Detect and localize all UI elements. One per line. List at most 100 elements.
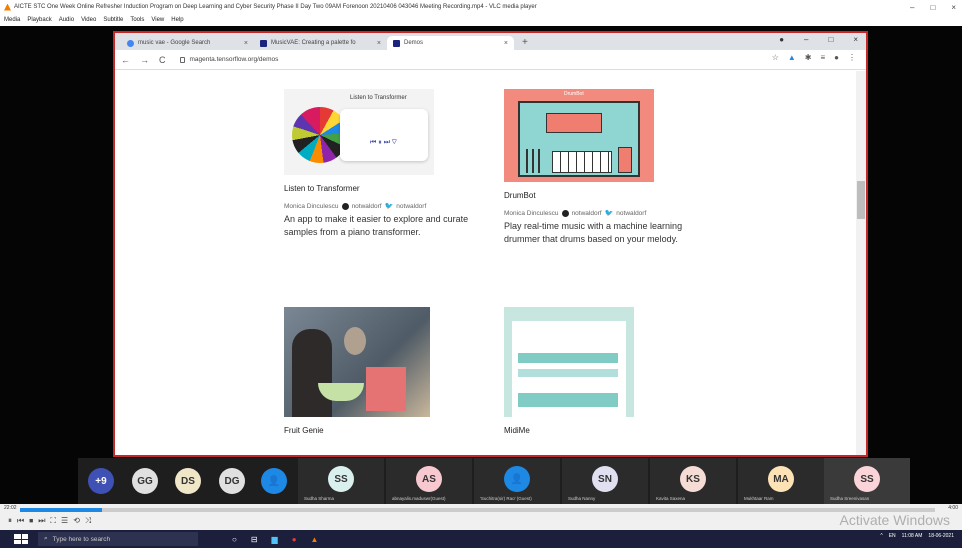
close-button[interactable]: × — [951, 3, 956, 12]
participant-avatar[interactable]: GG — [132, 468, 158, 494]
menu-media[interactable]: Media — [4, 17, 20, 23]
menu-tools[interactable]: Tools — [130, 17, 144, 23]
minimize-button[interactable]: – — [804, 35, 808, 44]
chrome-icon[interactable]: ● — [292, 535, 297, 544]
participant-initials: MA — [773, 473, 789, 485]
menu-audio[interactable]: Audio — [59, 17, 74, 23]
author-name[interactable]: Monica Dinculescu — [504, 210, 559, 217]
maximize-button[interactable]: □ — [828, 35, 833, 44]
demo-thumbnail[interactable]: DrumBot — [504, 89, 654, 182]
windows-start-icon[interactable] — [14, 534, 28, 544]
tab-label: MusicVAE: Creating a palette fo — [271, 40, 356, 46]
midime-track — [518, 393, 618, 407]
demo-title[interactable]: Listen to Transformer — [284, 184, 484, 193]
address-bar[interactable]: magenta.tensorflow.org/demos — [176, 53, 776, 66]
play-icon: ⏮ ⏸ ⏭ ♡ — [370, 139, 397, 146]
stop-button[interactable]: ⏹ — [29, 516, 33, 526]
fullscreen-button[interactable]: ⛶ — [50, 516, 56, 526]
participant-tile[interactable]: MA Mukhtaar Ram — [738, 458, 824, 504]
participant-tile[interactable]: SS Sudha Sreenivasan — [824, 458, 910, 504]
participant-avatar[interactable]: 👤 — [261, 468, 287, 494]
menu-help[interactable]: Help — [171, 17, 183, 23]
profile-icon[interactable]: ● — [834, 53, 839, 62]
file-explorer-icon[interactable]: ⊟ — [251, 535, 258, 544]
forward-button[interactable]: → — [140, 55, 149, 65]
piano-keys — [552, 151, 612, 173]
demo-title[interactable]: DrumBot — [504, 191, 704, 200]
close-icon[interactable]: × — [504, 40, 508, 47]
store-icon[interactable]: ▆ — [272, 535, 278, 544]
close-icon[interactable]: × — [377, 40, 381, 47]
participant-tile[interactable]: SN Sudha Nanny — [562, 458, 648, 504]
author-twitter[interactable]: notwaldorf — [396, 203, 426, 210]
author-github[interactable]: notwaldorf — [572, 210, 602, 217]
participant-tile[interactable]: SS Sudha Sharma — [298, 458, 384, 504]
participant-initials: +9 — [95, 475, 107, 487]
minimize-button[interactable]: – — [910, 3, 914, 12]
total-time: 4:00 — [948, 505, 958, 511]
new-tab-button[interactable]: + — [514, 36, 536, 50]
menu-playback[interactable]: Playback — [27, 17, 51, 23]
next-button[interactable]: ⏭ — [38, 516, 45, 526]
tab-musicvae[interactable]: MusicVAE: Creating a palette fo × — [254, 36, 387, 50]
participant-avatar: 👤 — [504, 466, 530, 492]
close-button[interactable]: × — [853, 35, 858, 44]
scrollbar-thumb[interactable] — [857, 181, 865, 219]
participant-avatar[interactable]: DS — [175, 468, 201, 494]
reload-button[interactable]: C — [159, 55, 166, 65]
clock-date[interactable]: 18-06-2021 — [928, 533, 954, 539]
participant-name: abnayalis.maduswr(Guest) — [392, 496, 446, 501]
participant-initials: SS — [860, 473, 874, 485]
menu-subtitle[interactable]: Subtitle — [103, 17, 123, 23]
tab-google-search[interactable]: music vae - Google Search × — [121, 36, 254, 50]
playlist-button[interactable]: ☰ — [61, 516, 68, 526]
close-icon[interactable]: × — [244, 40, 248, 47]
participant-tile[interactable]: KS Kavita Saxena — [650, 458, 736, 504]
maximize-button[interactable]: □ — [930, 3, 935, 12]
extensions-icon[interactable]: ✱ — [805, 53, 812, 62]
participant-avatar[interactable]: +9 — [88, 468, 114, 494]
demo-title[interactable]: Fruit Genie — [284, 426, 484, 435]
language-indicator[interactable]: EN — [889, 533, 896, 539]
demo-card-fruit-genie[interactable]: Fruit Genie — [284, 307, 484, 435]
pause-button[interactable]: ⏸ — [8, 516, 12, 526]
participant-initials: SS — [334, 473, 348, 485]
browser-toolbar: ← → C magenta.tensorflow.org/demos ☆ ▲ ✱… — [115, 50, 866, 70]
demo-thumbnail[interactable] — [284, 307, 430, 417]
menu-video[interactable]: Video — [81, 17, 96, 23]
shuffle-button[interactable]: ⤨ — [85, 516, 91, 526]
participant-tile[interactable]: 👤 'Suchitra(sir) Rao' (Guest) — [474, 458, 560, 504]
reading-list-icon[interactable]: ≡ — [820, 53, 825, 62]
author-github[interactable]: notwaldorf — [352, 203, 382, 210]
participant-name: Kavita Saxena — [656, 496, 686, 501]
author-name[interactable]: Monica Dinculescu — [284, 203, 339, 210]
seek-bar[interactable] — [20, 508, 935, 512]
loop-button[interactable]: ⟲ — [73, 516, 80, 526]
back-button[interactable]: ← — [121, 55, 130, 65]
bookmark-star-icon[interactable]: ☆ — [772, 53, 779, 62]
github-icon — [341, 202, 349, 210]
tray-expand-icon[interactable]: ^ — [880, 533, 882, 539]
menu-icon[interactable]: ⋮ — [848, 53, 856, 62]
demo-card-drumbot[interactable]: DrumBot DrumBot Monica Dinculescu notwal… — [504, 89, 704, 246]
participant-avatar[interactable]: DG — [219, 468, 245, 494]
drive-icon[interactable]: ▲ — [788, 53, 796, 62]
vlc-icon[interactable]: ▲ — [311, 535, 319, 544]
demo-card-midime[interactable]: MidiMe — [504, 307, 704, 435]
demo-card-listen-to-transformer[interactable]: Listen to Transformer ⏮ ⏸ ⏭ ♡ Listen to … — [284, 89, 484, 239]
previous-button[interactable]: ⏮ — [17, 516, 24, 526]
demo-thumbnail[interactable]: Listen to Transformer ⏮ ⏸ ⏭ ♡ — [284, 89, 434, 175]
participant-tile[interactable]: AS abnayalis.maduswr(Guest) — [386, 458, 472, 504]
activate-windows-watermark: Activate Windows — [839, 512, 950, 528]
participants-strip: +9 GG DS DG 👤 SS Sudha Sharma AS abnayal… — [78, 458, 910, 504]
menu-view[interactable]: View — [151, 17, 164, 23]
page-scrollbar[interactable] — [856, 71, 866, 455]
taskbar-search[interactable]: ⌕ Type here to search — [38, 532, 198, 546]
demo-thumbnail[interactable] — [504, 307, 634, 417]
author-twitter[interactable]: notwaldorf — [616, 210, 646, 217]
tab-demos[interactable]: Demos × — [387, 36, 514, 50]
demo-title[interactable]: MidiMe — [504, 426, 704, 435]
tab-label: Demos — [404, 40, 424, 46]
clock-time[interactable]: 11:08 AM — [902, 533, 923, 539]
task-view-icon[interactable]: ○ — [232, 535, 237, 544]
